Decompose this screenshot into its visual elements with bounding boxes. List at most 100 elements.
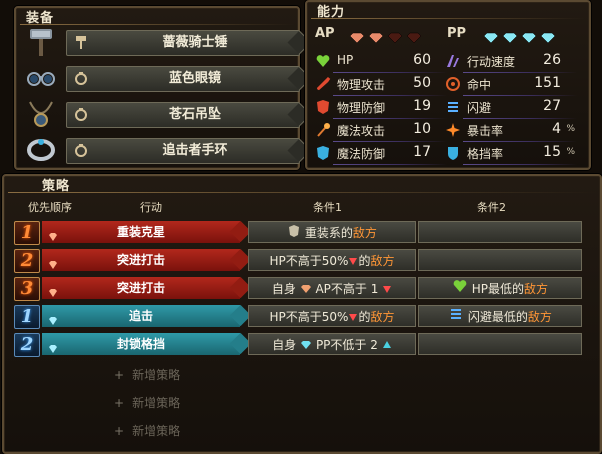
equipment-name: 苍石吊坠 (168, 107, 221, 122)
stat-value: 50 (413, 75, 431, 91)
condition-2[interactable]: 闪避最低的敌方 (418, 305, 582, 327)
filled-gem-icon (502, 29, 518, 44)
action-gem-icon (48, 227, 58, 241)
header-action: 行动 (140, 201, 162, 214)
add-strategy-label: 新增策略 (132, 396, 181, 410)
equipment-name: 追击者手环 (162, 143, 228, 158)
action-button[interactable]: 封锁格挡 (42, 333, 240, 355)
bracelet-icon (24, 134, 58, 166)
condition-2[interactable]: HP最低的敌方 (418, 277, 582, 299)
condition-1-text: 的 (358, 254, 371, 268)
strategy-title-divider (8, 192, 596, 193)
equipment-slot-bar[interactable]: 追击者手环 (66, 138, 300, 164)
down-arrow-icon (348, 307, 358, 329)
stat-right-1: 行动速度 26 (445, 51, 577, 73)
ring-slot-icon (73, 142, 89, 158)
condition-1-text: 重装系的 (301, 226, 353, 240)
equipment-slot-3[interactable]: 苍石吊坠 (24, 98, 300, 130)
condition-2[interactable] (418, 333, 582, 355)
war-hammer-icon (24, 26, 58, 58)
filled-gem-icon (521, 29, 537, 44)
condition-2-text: 闪避最低的 (464, 310, 528, 324)
armor-class-icon (287, 223, 301, 245)
stat-name: 格挡率 (467, 147, 504, 161)
condition-1[interactable]: 自身 AP不高于 1 (248, 277, 416, 299)
speed-icon (445, 53, 461, 69)
condition-1[interactable]: HP不高于50% 的敌方 (248, 305, 416, 327)
add-strategy-button[interactable]: + 新增策略 (114, 422, 180, 439)
condition-1[interactable]: 重装系的敌方 (248, 221, 416, 243)
condition-1[interactable]: 自身 PP不低于 2 (248, 333, 416, 355)
equipment-slot-1[interactable]: 蔷薇骑士锤 (24, 26, 300, 58)
stat-name: 暴击率 (467, 124, 504, 138)
stat-name: 闪避 (467, 101, 492, 115)
header-cond2: 条件2 (477, 201, 506, 214)
stat-underline (463, 118, 577, 119)
ap-gem-icon (300, 279, 312, 301)
stat-left-1: HP 60 (315, 51, 447, 73)
condition-2[interactable] (418, 249, 582, 271)
shield-icon (445, 145, 461, 161)
add-strategy-label: 新增策略 (132, 368, 181, 382)
stat-unit: % (566, 124, 575, 134)
filled-gem-icon (483, 29, 499, 44)
action-button[interactable]: 重装克星 (42, 221, 240, 243)
stat-left-4: 魔法攻击 10 (315, 120, 447, 142)
strategy-row[interactable]: 2 突进打击 HP不高于50% 的敌方 (14, 249, 589, 273)
stat-underline (333, 164, 447, 165)
equipment-slot-bar[interactable]: 蓝色眼镜 (66, 66, 300, 92)
sword-icon (315, 76, 331, 92)
hammer-slot-icon (73, 34, 89, 50)
equipment-slot-2[interactable]: 蓝色眼镜 (24, 62, 300, 94)
action-button[interactable]: 突进打击 (42, 249, 240, 271)
stat-left-2: 物理攻击 50 (315, 74, 447, 96)
equipment-slot-bar[interactable]: 苍石吊坠 (66, 102, 300, 128)
stat-value: 4 (552, 121, 561, 137)
empty-gem-icon (387, 29, 403, 44)
add-strategy-label: 新增策略 (132, 424, 181, 438)
ap-label: AP (315, 26, 335, 41)
condition-1-prefix: HP不高于50% (269, 254, 349, 268)
condition-1-target: 敌方 (370, 310, 395, 324)
pp-label: PP (447, 26, 467, 41)
condition-1-target: 敌方 (370, 254, 395, 268)
stat-underline (463, 72, 577, 73)
strategy-row[interactable]: 1 追击 HP不高于50% 的敌方 闪避最低的敌方 (14, 305, 589, 329)
stat-name: 魔法防御 (337, 147, 386, 161)
stat-underline (333, 95, 447, 96)
add-strategy-button[interactable]: + 新增策略 (114, 394, 180, 411)
stat-value: 10 (413, 121, 431, 137)
condition-2[interactable] (418, 221, 582, 243)
condition-1[interactable]: HP不高于50% 的敌方 (248, 249, 416, 271)
priority-number: 2 (14, 249, 40, 273)
header-priority: 优先顺序 (28, 201, 72, 214)
condition-1-text: 的 (358, 310, 371, 324)
stat-underline (333, 118, 447, 119)
strategy-row[interactable]: 3 突进打击 自身 AP不高于 1 HP最低的敌方 (14, 277, 589, 301)
stat-name: 行动速度 (467, 55, 516, 69)
strategy-row[interactable]: 2 封锁格挡 自身 PP不低于 2 (14, 333, 589, 357)
add-strategy-button[interactable]: + 新增策略 (114, 366, 180, 383)
glasses-icon (24, 62, 58, 94)
priority-number: 1 (14, 305, 40, 329)
stat-value: 15 (543, 144, 561, 160)
action-label: 突进打击 (116, 281, 165, 295)
equipment-panel: 装备 蔷薇骑士锤 蓝色眼镜 苍石吊坠 追击者手环 (14, 6, 300, 170)
condition-1-text: AP不高于 1 (311, 282, 383, 296)
header-cond1: 条件1 (313, 201, 342, 214)
ring-slot-icon (73, 70, 89, 86)
equipment-name: 蓝色眼镜 (168, 71, 221, 86)
strategy-row[interactable]: 1 重装克星 重装系的敌方 (14, 221, 589, 245)
action-button[interactable]: 突进打击 (42, 277, 240, 299)
heart-icon (315, 53, 331, 69)
action-gem-icon (48, 339, 58, 353)
down-arrow-icon (348, 251, 358, 273)
action-button[interactable]: 追击 (42, 305, 240, 327)
stat-value: 26 (543, 52, 561, 68)
equipment-slot-bar[interactable]: 蔷薇骑士锤 (66, 30, 300, 56)
filled-gem-icon (368, 29, 384, 44)
stat-value: 151 (534, 75, 561, 91)
equipment-slot-4[interactable]: 追击者手环 (24, 134, 300, 166)
magic-armor-icon (315, 145, 331, 161)
stat-underline (463, 164, 577, 165)
